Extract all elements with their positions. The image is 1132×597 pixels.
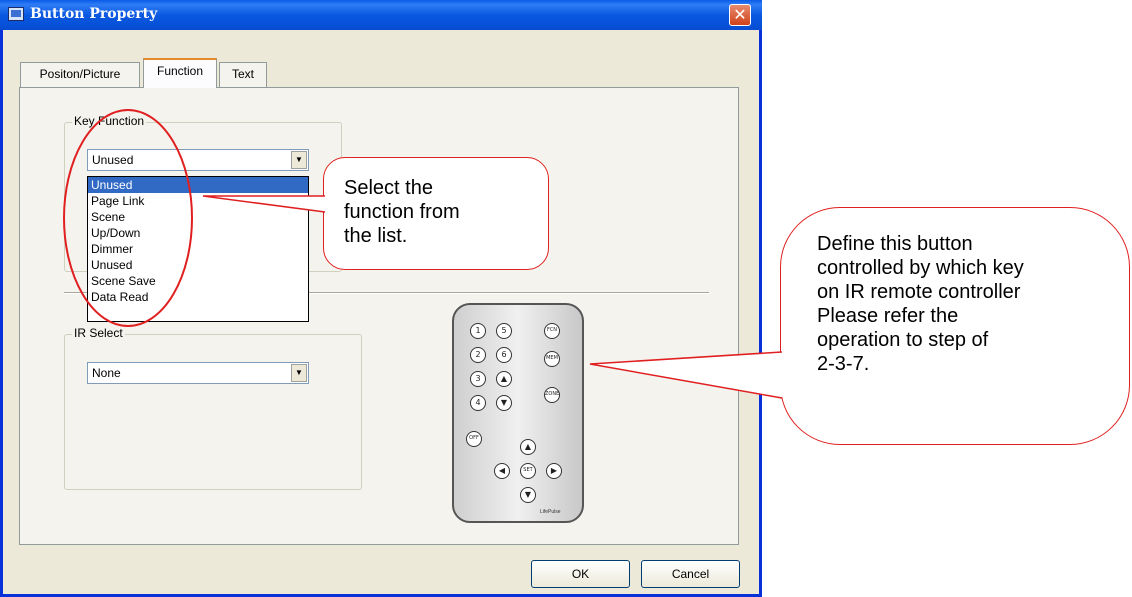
callout-line: function from	[344, 201, 460, 223]
remote-key: ▼	[496, 395, 512, 411]
remote-key: ZONE	[544, 387, 560, 403]
remote-key: ▼	[520, 487, 536, 503]
remote-key: 2	[470, 347, 486, 363]
remote-brand: LifePulse	[540, 509, 561, 515]
cancel-button[interactable]: Cancel	[641, 560, 740, 588]
title-bar[interactable]: Button Property ✕	[0, 0, 762, 30]
remote-key: ▲	[520, 439, 536, 455]
remote-key: 3	[470, 371, 486, 387]
remote-key: MEM	[544, 351, 560, 367]
remote-key: ▶	[546, 463, 562, 479]
ir-select-group	[64, 334, 362, 490]
callout-line: the list.	[344, 225, 408, 247]
remote-key: 5	[496, 323, 512, 339]
window-icon	[8, 7, 24, 21]
callout-line: controlled by which key	[817, 257, 1024, 279]
ir-select-value: None	[92, 366, 121, 380]
tab-function[interactable]: Function	[143, 58, 217, 88]
ir-select-select[interactable]: None ▼	[87, 362, 309, 384]
remote-key: 1	[470, 323, 486, 339]
tab-position-picture[interactable]: Positon/Picture	[20, 62, 140, 88]
key-function-label: Key Function	[72, 114, 147, 128]
callout-line: Select the	[344, 177, 433, 199]
remote-key: ◀	[494, 463, 510, 479]
tab-text[interactable]: Text	[219, 62, 267, 88]
dropdown-option[interactable]: Unused	[88, 177, 308, 193]
dropdown-option[interactable]: Scene Save	[88, 273, 308, 289]
callout-line: Define this button	[817, 233, 973, 255]
dropdown-option[interactable]: Data Read	[88, 289, 308, 305]
select-function-callout: Select the function from the list.	[323, 157, 549, 270]
key-function-value: Unused	[92, 153, 134, 167]
dropdown-option[interactable]: Unused	[88, 257, 308, 273]
remote-key: ▲	[496, 371, 512, 387]
chevron-down-icon[interactable]: ▼	[291, 151, 307, 169]
callout-line: 2-3-7.	[817, 353, 870, 375]
dropdown-option[interactable]: Scene	[88, 209, 308, 225]
remote-key: OFF	[466, 431, 482, 447]
callout-line: operation to step of	[817, 329, 989, 351]
dropdown-option[interactable]: Page Link	[88, 193, 308, 209]
remote-key: FCN	[544, 323, 560, 339]
ir-remote-image: 1 5 FCN 2 6 MEM 3 ▲ 4 ▼ ZONE OFF ▲ ◀ SET…	[452, 303, 584, 523]
callout-line: on IR remote controller	[817, 281, 1021, 303]
define-button-callout: Define this button controlled by which k…	[780, 207, 1130, 445]
remote-key: SET	[520, 463, 536, 479]
chevron-down-icon[interactable]: ▼	[291, 364, 307, 382]
ir-select-label: IR Select	[72, 326, 125, 340]
remote-key: 4	[470, 395, 486, 411]
ok-button[interactable]: OK	[531, 560, 630, 588]
remote-key: 6	[496, 347, 512, 363]
key-function-dropdown[interactable]: Unused Page Link Scene Up/Down Dimmer Un…	[87, 176, 309, 322]
dropdown-option[interactable]: Up/Down	[88, 225, 308, 241]
key-function-select[interactable]: Unused ▼	[87, 149, 309, 171]
callout-line: Please refer the	[817, 305, 959, 327]
window-title: Button Property	[30, 6, 158, 22]
dropdown-option[interactable]: Dimmer	[88, 241, 308, 257]
close-button[interactable]: ✕	[729, 4, 751, 26]
